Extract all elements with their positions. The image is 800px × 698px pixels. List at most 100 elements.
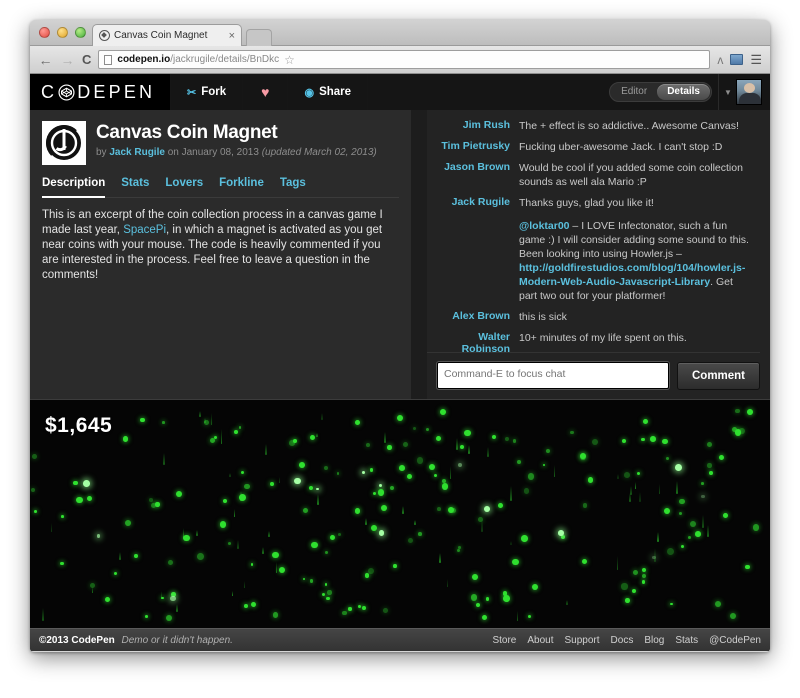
footer-link-about[interactable]: About <box>527 635 553 646</box>
footer-copyright: ©2013 CodePen Demo or it didn't happen. <box>39 635 233 646</box>
coin-particle <box>310 579 314 583</box>
fork-icon: ✂ <box>187 86 197 99</box>
new-tab-button[interactable] <box>246 29 272 46</box>
love-button[interactable]: ♥ <box>242 74 288 110</box>
pen-author-link[interactable]: Jack Rugile <box>109 147 165 158</box>
bookmark-star-icon[interactable]: ☆ <box>284 53 295 67</box>
browser-tab[interactable]: Canvas Coin Magnet × <box>92 24 242 46</box>
coin-particle <box>439 408 446 415</box>
footer-link-docs[interactable]: Docs <box>611 635 634 646</box>
extension-icon[interactable] <box>730 54 744 65</box>
reload-icon[interactable]: C <box>82 52 91 67</box>
footer-link-store[interactable]: Store <box>492 635 516 646</box>
close-tab-icon[interactable]: × <box>223 30 235 42</box>
chevron-down-icon[interactable]: ▼ <box>724 88 732 97</box>
tab-forkline[interactable]: Forkline <box>219 177 264 192</box>
codepen-logo[interactable]: C DEPEN <box>30 74 170 110</box>
coin-particle <box>357 605 361 609</box>
minimize-window-button[interactable] <box>57 27 68 38</box>
coin-trail <box>658 484 661 495</box>
avatar[interactable] <box>735 79 762 105</box>
coin-particle <box>104 597 110 603</box>
tab-tags[interactable]: Tags <box>280 177 306 192</box>
back-icon[interactable]: ← <box>38 53 53 67</box>
pen-author-avatar[interactable] <box>42 121 86 165</box>
coin-particle <box>592 438 599 445</box>
coin-particle <box>734 429 742 436</box>
coin-particle <box>250 563 254 566</box>
coin-particle <box>342 610 347 615</box>
coin-particle <box>149 498 154 502</box>
byline-prefix: by <box>96 147 107 158</box>
footer-link-blog[interactable]: Blog <box>644 635 664 646</box>
user-menu[interactable]: ▼ <box>718 74 770 110</box>
coin-particle <box>227 541 231 546</box>
coin-trail <box>639 492 641 502</box>
footer-link-twitter[interactable]: @CodePen <box>709 635 761 646</box>
comment-author[interactable]: Jim Rush <box>427 119 519 133</box>
tab-details[interactable]: Details <box>657 84 710 100</box>
tab-stats[interactable]: Stats <box>121 177 149 192</box>
coin-particle <box>579 453 587 461</box>
pen-title-block: Canvas Coin Magnet by Jack Rugile on Jan… <box>96 121 377 165</box>
comment-item-continued: @loktar00 – I LOVE Infectonator, such a … <box>427 219 760 303</box>
mention-link[interactable]: @loktar00 <box>519 220 570 232</box>
coin-particle <box>637 472 641 476</box>
coin-particle <box>61 515 64 518</box>
tab-description[interactable]: Description <box>42 177 106 198</box>
demo-canvas[interactable]: $1,645 <box>30 399 770 628</box>
share-button[interactable]: ◉ Share <box>287 74 368 110</box>
coin-trail <box>707 525 709 538</box>
coin-trail <box>365 518 367 526</box>
footer-link-support[interactable]: Support <box>565 635 600 646</box>
browser-window: Canvas Coin Magnet × ← → C codepen.io/ja… <box>30 20 770 652</box>
coin-particle <box>745 564 751 570</box>
coin-trail <box>233 509 236 517</box>
coin-particle <box>464 429 471 437</box>
site-footer: ©2013 CodePen Demo or it didn't happen. … <box>30 628 770 651</box>
comment-author[interactable]: Jason Brown <box>427 161 519 189</box>
footer-link-stats[interactable]: Stats <box>675 635 698 646</box>
coin-particle <box>523 488 530 494</box>
coin-particle <box>625 597 630 603</box>
wrench-icon[interactable]: ᴧ <box>717 53 723 67</box>
coin-particle <box>475 603 480 608</box>
hamburger-menu-icon[interactable]: ☰ <box>750 52 762 68</box>
coin-particle <box>165 614 172 621</box>
comment-item: Walter Robinson 10+ minutes of my life s… <box>427 331 760 352</box>
coin-particle <box>730 613 737 620</box>
comment-item: Tim Pietrusky Fucking uber-awesome Jack.… <box>427 140 760 154</box>
comment-input[interactable] <box>437 362 669 389</box>
coin-trail <box>516 610 519 621</box>
coin-particle <box>624 471 631 478</box>
fork-button[interactable]: ✂ Fork <box>170 74 243 110</box>
maximize-window-button[interactable] <box>75 27 86 38</box>
address-bar[interactable]: codepen.io/jackrugile/details/BnDkc ☆ <box>98 50 711 69</box>
coin-particle <box>32 454 38 460</box>
coin-particle <box>380 505 387 512</box>
coin-particle <box>588 477 594 483</box>
coin-particle <box>642 419 648 424</box>
spacepi-link[interactable]: SpacePi <box>123 224 166 236</box>
comment-submit-button[interactable]: Comment <box>677 362 760 390</box>
coin-trail <box>468 444 470 455</box>
comment-body: Fucking uber-awesome Jack. I can't stop … <box>519 141 723 153</box>
comment-author[interactable]: Jack Rugile <box>427 196 519 210</box>
coin-particle <box>311 541 318 549</box>
coin-particle <box>389 485 395 491</box>
view-mode-toggle[interactable]: Editor Details <box>609 82 712 102</box>
coin-trail <box>196 530 198 537</box>
coin-trail <box>163 453 165 466</box>
comment-author[interactable]: Tim Pietrusky <box>427 140 519 154</box>
tab-lovers[interactable]: Lovers <box>165 177 203 192</box>
coin-particle <box>176 491 183 498</box>
tab-editor[interactable]: Editor <box>611 84 657 100</box>
heart-icon: ♥ <box>261 84 270 100</box>
comment-author[interactable]: Walter Robinson <box>427 331 519 352</box>
coin-particle <box>348 607 352 611</box>
close-window-button[interactable] <box>39 27 50 38</box>
coin-particle <box>361 606 366 611</box>
coin-particle <box>134 554 139 558</box>
comment-author[interactable]: Alex Brown <box>427 310 519 324</box>
coin-trail <box>384 431 386 443</box>
